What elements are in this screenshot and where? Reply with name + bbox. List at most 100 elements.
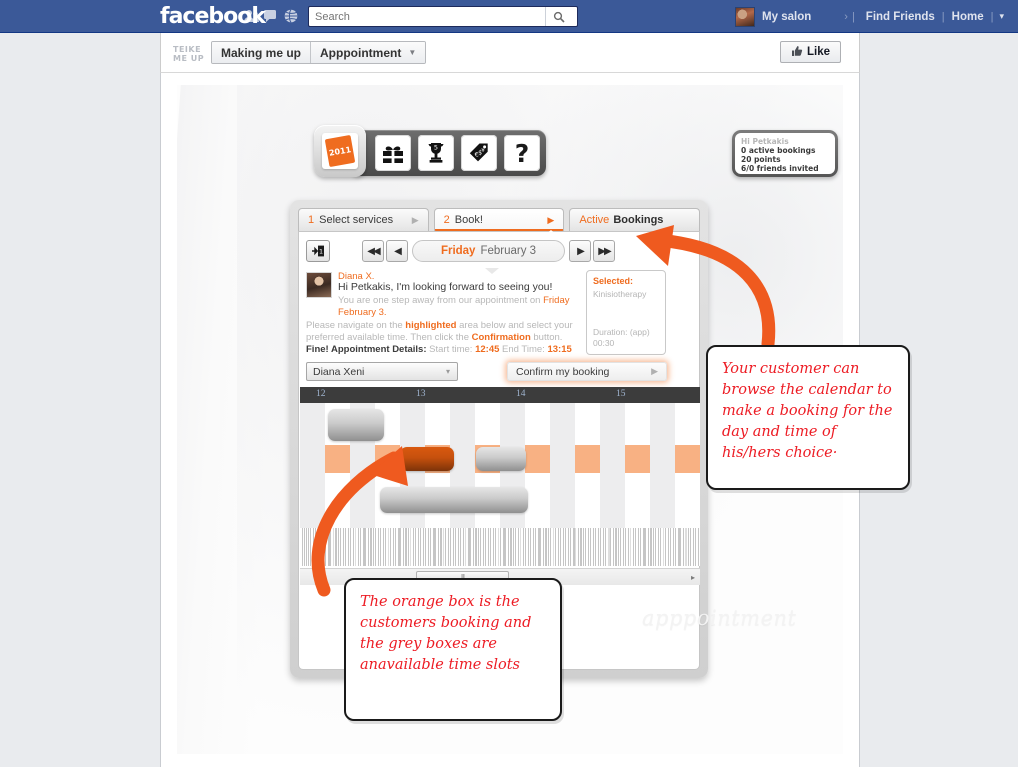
thumbs-up-icon — [791, 45, 803, 60]
minimap-stripe — [488, 528, 489, 566]
minimap-stripe — [395, 528, 396, 566]
minimap-stripe — [393, 528, 394, 566]
page-tab-group: Making me up Apppointment ▼ — [211, 41, 427, 64]
minimap-stripe — [698, 528, 699, 566]
page-tab-apppointment[interactable]: Apppointment ▼ — [310, 42, 426, 63]
minimap-stripe — [458, 528, 459, 566]
page-sub-header: TEIKE ME UP Making me up Apppointment ▼ … — [160, 33, 860, 73]
price-tag-icon[interactable]: € $ ¥ — [461, 135, 497, 171]
timeline-booking-block[interactable] — [400, 447, 454, 471]
like-button[interactable]: Like — [779, 41, 841, 63]
timeline-minimap[interactable] — [300, 528, 700, 566]
wizard-tab-active-bookings[interactable]: Active Bookings — [569, 208, 701, 231]
minimap-stripe — [470, 528, 471, 566]
minimap-stripe — [653, 528, 654, 566]
minimap-stripe — [498, 528, 499, 566]
confirm-booking-button[interactable]: Confirm my booking ▶ — [507, 362, 667, 381]
date-day-of-week: Friday — [440, 245, 476, 257]
minimap-stripe — [425, 528, 426, 566]
timeline-unavailable-block[interactable] — [328, 409, 384, 441]
minimap-stripe — [683, 528, 684, 566]
avatar[interactable] — [735, 6, 756, 27]
minimap-stripe — [560, 528, 561, 566]
selected-duration-label: Duration: (app) — [593, 327, 650, 337]
previous-day-button[interactable]: ◀ — [386, 240, 408, 262]
callout-text: Your customer can browse the calendar to… — [722, 361, 893, 461]
selected-service-name: Kinisiotherapy — [593, 289, 647, 299]
minimap-stripe — [630, 528, 631, 566]
minimap-stripe — [333, 528, 334, 566]
timeline-unavailable-block[interactable] — [380, 487, 528, 513]
chevron-down-icon: ▾ — [445, 367, 450, 376]
svg-text:1: 1 — [319, 248, 323, 256]
minimap-stripe — [353, 528, 354, 566]
wizard-tab-select-services[interactable]: 1 Select services ▶ — [298, 208, 429, 231]
today-icon[interactable]: 1 — [306, 240, 330, 262]
timeline-grid[interactable] — [300, 403, 700, 528]
calendar-year-label: 2011 — [324, 134, 356, 168]
minimap-stripe — [505, 528, 506, 566]
confirm-booking-label: Confirm my booking — [516, 365, 610, 378]
current-date-display[interactable]: Friday February 3 — [412, 240, 565, 262]
brand-mark-line-2: ME UP — [173, 54, 205, 63]
page-brand-mark: TEIKE ME UP — [173, 43, 207, 65]
minimap-stripe — [570, 528, 571, 566]
timeline-unavailable-block[interactable] — [476, 447, 526, 471]
minimap-stripe — [590, 528, 591, 566]
friend-requests-icon[interactable] — [244, 9, 259, 23]
minimap-stripe — [618, 528, 619, 566]
account-name[interactable]: My salon — [755, 11, 818, 23]
minimap-stripe — [623, 528, 624, 566]
customer-select[interactable]: Diana Xeni ▾ — [306, 362, 458, 381]
minimap-stripe — [640, 528, 641, 566]
user-info-box: Hi Petkakis 0 active bookings 20 points … — [732, 130, 838, 177]
appointment-details-label: Fine! Appointment Details: — [306, 344, 427, 355]
calendar-button[interactable]: 2011 — [314, 125, 366, 177]
home-link[interactable]: Home — [945, 11, 991, 23]
minimap-stripe — [578, 528, 579, 566]
trophy-icon[interactable]: 5 — [418, 135, 454, 171]
minimap-stripe — [430, 528, 431, 566]
notifications-icon[interactable] — [284, 9, 299, 23]
next-day-button[interactable]: ▶ — [569, 240, 591, 262]
search-box[interactable] — [308, 6, 578, 27]
apppointment-watermark: apppointment — [642, 606, 796, 630]
minimap-stripe — [400, 528, 401, 566]
help-icon[interactable]: ? — [504, 135, 540, 171]
minimap-stripe — [553, 528, 554, 566]
minimap-stripe — [385, 528, 386, 566]
minimap-stripe — [383, 528, 384, 566]
search-icon[interactable] — [545, 7, 571, 26]
first-day-button[interactable]: ◀◀ — [362, 240, 384, 262]
minimap-stripe — [483, 528, 484, 566]
minimap-stripe — [528, 528, 529, 566]
page-tab-label: Making me up — [221, 45, 302, 60]
minimap-stripe — [410, 528, 411, 566]
timeline-hour-label: 13 — [416, 389, 426, 399]
messages-icon[interactable] — [264, 9, 279, 23]
message-line-4: Fine! Appointment Details: Start time: 1… — [306, 344, 578, 356]
minimap-stripe — [465, 528, 466, 566]
chevron-down-icon[interactable]: ▾ — [993, 11, 1012, 22]
minimap-stripe — [565, 528, 566, 566]
minimap-stripe — [330, 528, 331, 566]
scrollbar-right-arrow[interactable]: ▸ — [691, 573, 695, 582]
timeline-hour-label: 14 — [516, 389, 526, 399]
last-day-button[interactable]: ▶▶ — [593, 240, 615, 262]
wizard-tab-book[interactable]: 2 Book! ▶ — [433, 208, 565, 232]
minimap-stripe — [603, 528, 604, 566]
gift-icon[interactable] — [375, 135, 411, 171]
minimap-stripe — [575, 528, 576, 566]
minimap-stripe — [620, 528, 621, 566]
minimap-stripe — [525, 528, 526, 566]
find-friends-link[interactable]: Find Friends — [859, 11, 942, 23]
search-input[interactable] — [309, 9, 545, 24]
callout-orange-box: The orange box is the customers booking … — [344, 578, 562, 721]
minimap-stripe — [310, 528, 311, 566]
timeline-grid-column — [300, 403, 325, 528]
minimap-stripe — [650, 528, 652, 566]
selected-label: Selected: — [593, 276, 634, 286]
page-tab-making-me-up[interactable]: Making me up — [212, 42, 311, 63]
minimap-stripe — [304, 528, 305, 566]
minimap-stripe — [403, 528, 404, 566]
